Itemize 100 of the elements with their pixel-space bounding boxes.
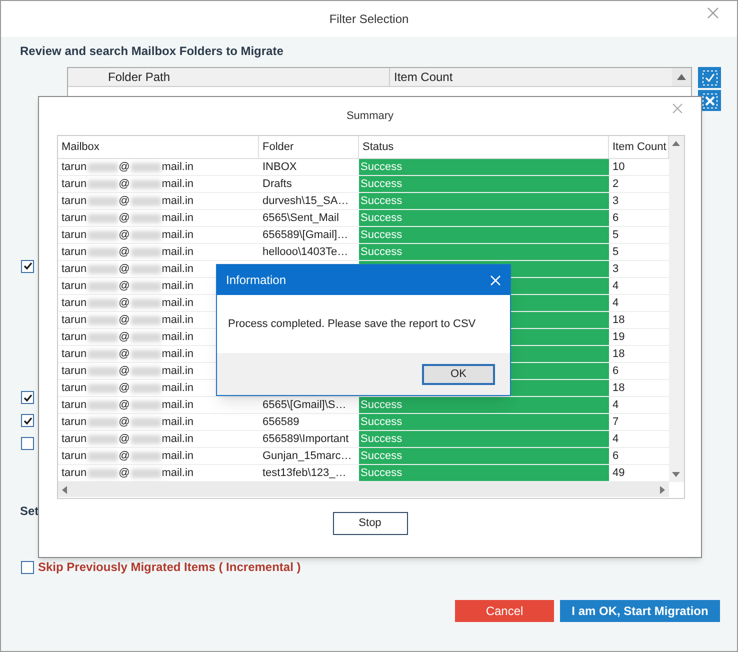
redaction-blur (130, 196, 161, 206)
table-cell-text: 656589\[Gmail]… (262, 228, 350, 243)
column-header: Item Count (393, 69, 454, 86)
status-cell: Success (358, 244, 608, 260)
close-icon[interactable] (707, 7, 719, 19)
redaction-blur (88, 468, 118, 478)
status-cell: Success (358, 431, 608, 447)
checkbox[interactable] (21, 560, 34, 574)
table-cell-text: 49 (612, 466, 626, 481)
table-cell-text: tarun @ mail.in (60, 398, 195, 412)
redaction-blur (88, 162, 118, 172)
select-all-button[interactable] (698, 67, 721, 88)
table-cell-text: tarun @ mail.in (60, 176, 195, 192)
checkbox[interactable] (21, 391, 34, 404)
redaction-blur (88, 434, 118, 444)
ok-button[interactable]: OK (422, 364, 495, 384)
scroll-right-icon[interactable] (660, 486, 664, 494)
table-cell-text: 6 (612, 211, 620, 226)
redaction-blur (130, 418, 161, 426)
horizontal-scrollbar[interactable] (58, 482, 668, 497)
redaction-blur (130, 248, 161, 256)
dialog-title: Information (226, 272, 286, 289)
column-header: Status (358, 136, 608, 158)
start-migration-button[interactable]: I am OK, Start Migration (560, 600, 720, 622)
close-icon[interactable] (672, 103, 683, 114)
table-cell-text: tarun @ mail.in (60, 228, 195, 242)
table-cell-text: tarun @ mail.in (60, 466, 195, 480)
table-cell-text: 6 (612, 364, 620, 379)
status-cell: Success (358, 159, 608, 175)
dialog-message: Process completed. Please save the report to CSV (228, 316, 476, 332)
table-cell-text: 19 (612, 330, 626, 345)
redaction-blur (88, 400, 118, 410)
redaction-blur (88, 366, 118, 376)
redaction-blur (130, 366, 161, 376)
table-cell-text: 18 (612, 347, 626, 362)
scroll-left-icon[interactable] (62, 486, 66, 494)
redaction-blur (130, 452, 161, 460)
table-cell-text: 4 (612, 398, 620, 413)
table-cell-text: tarun @ mail.in (60, 448, 195, 464)
table-cell-text: durvesh\15_SA… (262, 194, 350, 209)
redaction-blur (88, 248, 118, 256)
table-cell-text: 6 (612, 449, 620, 464)
redaction-blur (130, 350, 161, 358)
table-cell-text: 18 (612, 381, 626, 396)
checkbox-label: Skip Previously Migrated Items ( Incremental ) (38, 559, 301, 576)
table-cell-text: tarun @ mail.in (60, 244, 195, 260)
table-cell-text: tarun @ mail.in (60, 432, 195, 446)
redaction-blur (130, 384, 161, 392)
redaction-blur (88, 384, 118, 392)
status-cell: Success (358, 414, 608, 430)
table-cell-text: 6565\Sent_Mail (262, 211, 340, 226)
dialog-title: Summary (346, 108, 394, 124)
redaction-blur (130, 316, 161, 324)
table-cell-text: 656589\Important (262, 432, 350, 447)
scroll-up-icon[interactable] (672, 141, 680, 146)
column-header: Mailbox (58, 136, 258, 158)
table-cell-text: 4 (612, 296, 620, 311)
cancel-button[interactable]: Cancel (455, 600, 554, 622)
table-cell-text: hellooo\1403Te… (262, 245, 350, 260)
table-cell-text: tarun @ mail.in (60, 210, 195, 226)
redaction-blur (130, 282, 161, 290)
table-cell-text: 5 (612, 245, 620, 260)
redaction-blur (88, 298, 118, 308)
column-header: Folder Path (68, 68, 390, 86)
redaction-blur (130, 264, 161, 274)
status-cell: Success (358, 465, 608, 481)
table-cell-text: 3 (612, 262, 620, 277)
window-title: Filter Selection (329, 11, 409, 28)
redaction-blur (130, 298, 161, 308)
check-icon (702, 70, 718, 86)
redaction-blur (130, 180, 161, 188)
redaction-blur (130, 230, 161, 240)
redaction-blur (88, 196, 118, 206)
redaction-blur (88, 316, 118, 324)
table-cell-text: INBOX (262, 160, 298, 175)
vertical-scrollbar[interactable] (668, 136, 684, 482)
table-cell-text: Drafts (262, 177, 293, 192)
scroll-down-icon[interactable] (672, 472, 680, 477)
redaction-blur (88, 230, 118, 240)
redaction-blur (130, 468, 161, 478)
status-cell: Success (358, 227, 608, 243)
table-cell-text: 5 (612, 228, 620, 243)
table-cell-text: 4 (612, 432, 620, 447)
checkbox[interactable] (21, 437, 34, 450)
redaction-blur (130, 400, 161, 410)
redaction-blur (130, 214, 161, 222)
redaction-blur (88, 452, 118, 460)
table-cell-text: 3 (612, 194, 620, 209)
status-cell: Success (358, 397, 608, 413)
checkbox[interactable] (21, 260, 34, 272)
status-cell: Success (358, 210, 608, 226)
stop-button[interactable]: Stop (332, 512, 408, 535)
checkbox[interactable] (21, 414, 34, 427)
redaction-blur (88, 180, 118, 188)
redaction-blur (88, 332, 118, 342)
status-cell: Success (358, 176, 608, 192)
scroll-up-icon[interactable] (677, 74, 686, 80)
redaction-blur (88, 214, 118, 222)
redaction-blur (88, 264, 118, 274)
status-cell: Success (358, 193, 608, 209)
